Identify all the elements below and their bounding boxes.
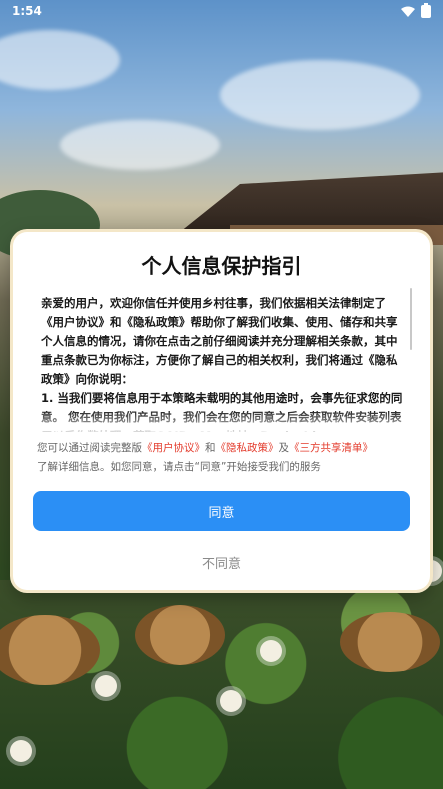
notice-ji: 及 [278, 442, 290, 454]
scroll-fade [29, 410, 414, 436]
notice-prefix: 您可以通过阅读完整版 [37, 442, 142, 454]
flower-decoration [95, 675, 117, 697]
user-agreement-link[interactable]: 《用户协议》 [142, 442, 205, 454]
third-party-list-link[interactable]: 《三方共享清单》 [289, 442, 373, 454]
cloud-decoration [60, 120, 220, 170]
flower-decoration [260, 640, 282, 662]
basket-decoration [135, 605, 225, 665]
scrollbar[interactable] [410, 288, 412, 350]
flower-decoration [220, 690, 242, 712]
policy-paragraph-intro: 亲爱的用户，欢迎你信任并使用乡村往事，我们依据相关法律制定了《用户协议》和《隐私… [41, 296, 398, 386]
house-roof-decoration [180, 172, 443, 232]
basket-decoration [0, 615, 100, 685]
agree-button[interactable]: 同意 [33, 491, 410, 531]
status-icons [401, 2, 431, 18]
flower-decoration [10, 740, 32, 762]
consent-notice: 您可以通过阅读完整版《用户协议》和《隐私政策》及《三方共享清单》 了解详细信息。… [37, 439, 412, 477]
status-time: 1:54 [12, 4, 42, 18]
wifi-icon [401, 6, 415, 17]
status-bar: 1:54 [0, 0, 443, 22]
notice-suffix: 了解详细信息。如您同意，请点击“同意”开始接受我们的服务 [37, 461, 321, 473]
garden-decoration [0, 580, 443, 789]
privacy-dialog: 个人信息保护指引 亲爱的用户，欢迎你信任并使用乡村往事，我们依据相关法律制定了《… [13, 232, 430, 590]
dialog-title: 个人信息保护指引 [141, 254, 302, 278]
basket-decoration [340, 612, 440, 672]
notice-and: 和 [205, 442, 216, 454]
privacy-policy-link[interactable]: 《隐私政策》 [216, 442, 279, 454]
battery-icon [421, 2, 431, 18]
cloud-decoration [0, 30, 120, 90]
cloud-decoration [220, 60, 420, 130]
disagree-button[interactable]: 不同意 [33, 548, 410, 576]
